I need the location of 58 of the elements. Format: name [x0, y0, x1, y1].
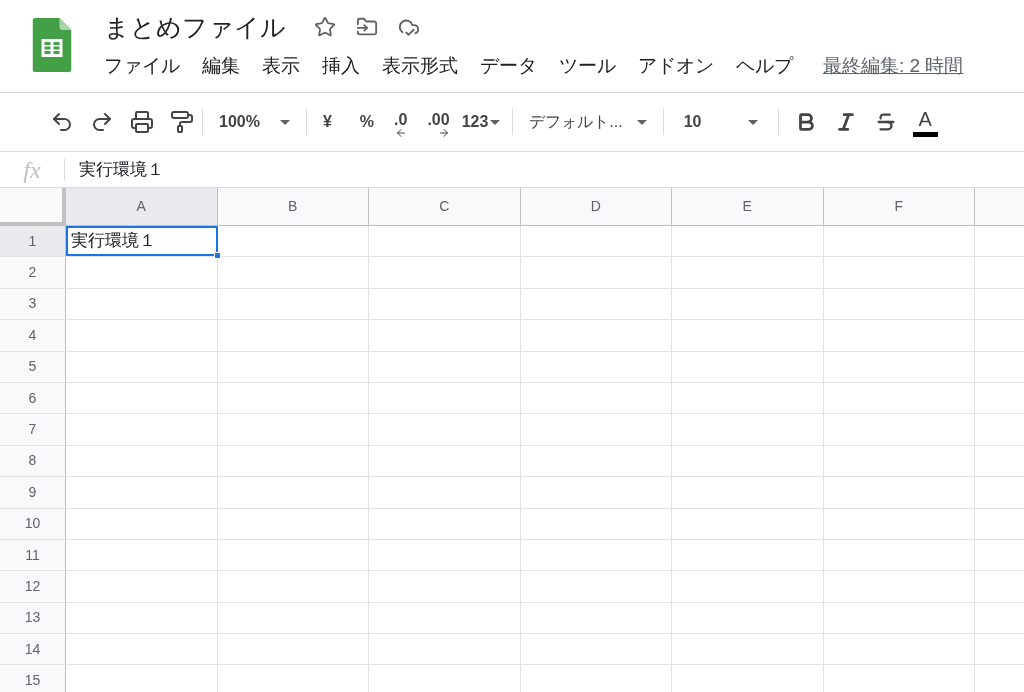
menu-item[interactable]: 挿入: [322, 52, 360, 81]
menu-item[interactable]: ファイル: [104, 52, 180, 81]
row-header[interactable]: 5: [0, 351, 66, 382]
menu-item[interactable]: ヘルプ: [736, 52, 793, 81]
column-header[interactable]: A: [66, 188, 218, 225]
caret-icon: [279, 119, 290, 125]
currency-button[interactable]: ¥: [314, 110, 340, 134]
last-edit-link[interactable]: 最終編集: 2 時間: [823, 52, 964, 81]
document-title[interactable]: まとめファイル: [104, 10, 286, 44]
row-header[interactable]: 9: [0, 477, 66, 508]
fx-label: fx: [22, 155, 42, 185]
row-header[interactable]: 11: [0, 539, 66, 571]
row-header[interactable]: 15: [0, 665, 66, 692]
row-header[interactable]: 12: [0, 571, 66, 602]
row-header[interactable]: 8: [0, 445, 66, 477]
row-header[interactable]: 13: [0, 602, 66, 634]
arrow-right-icon: [437, 127, 450, 139]
caret-icon: [490, 119, 501, 125]
percent-button[interactable]: %: [351, 110, 383, 134]
menu-item[interactable]: 表示形式: [382, 52, 458, 81]
undo-icon[interactable]: [50, 110, 74, 134]
column-header[interactable]: B: [217, 188, 369, 225]
arrow-left-icon: [394, 127, 407, 139]
text-color-button[interactable]: A: [912, 107, 938, 137]
row-header[interactable]: 6: [0, 382, 66, 414]
column-header[interactable]: D: [520, 188, 672, 225]
fill-handle[interactable]: [213, 252, 221, 260]
row-header[interactable]: 7: [0, 414, 66, 445]
table-cell[interactable]: 実行環境１: [66, 226, 218, 257]
row-header[interactable]: 14: [0, 634, 66, 665]
row-header[interactable]: 10: [0, 508, 66, 539]
menu-item[interactable]: 表示: [262, 52, 300, 81]
menu-item[interactable]: 編集: [202, 52, 240, 81]
decrease-decimal-button[interactable]: .0: [386, 105, 416, 139]
caret-icon: [636, 119, 647, 125]
paint-format-icon[interactable]: [170, 110, 194, 134]
zoom-dropdown[interactable]: 100%: [211, 110, 298, 134]
column-header[interactable]: C: [369, 188, 521, 225]
row-header[interactable]: 2: [0, 257, 66, 288]
row-header[interactable]: 1: [0, 226, 66, 257]
more-formats-dropdown[interactable]: 123: [457, 110, 505, 134]
sheets-logo-icon[interactable]: [32, 18, 72, 72]
menu-item[interactable]: ツール: [559, 52, 616, 81]
row-header[interactable]: 3: [0, 288, 66, 320]
increase-decimal-button[interactable]: .00: [419, 105, 458, 139]
font-size-dropdown[interactable]: 10: [671, 110, 770, 134]
column-header[interactable]: E: [672, 188, 824, 225]
caret-icon: [747, 119, 758, 125]
redo-icon[interactable]: [90, 110, 114, 134]
star-icon[interactable]: [314, 16, 336, 38]
print-icon[interactable]: [130, 110, 154, 134]
font-dropdown[interactable]: デフォルト...: [521, 110, 655, 134]
row-header[interactable]: 4: [0, 320, 66, 351]
folder-icon[interactable]: [356, 16, 378, 38]
column-header[interactable]: F: [823, 188, 975, 225]
formula-input[interactable]: 実行環境１: [79, 156, 164, 183]
menu-item[interactable]: アドオン: [638, 52, 714, 81]
menu-item[interactable]: データ: [480, 52, 537, 81]
